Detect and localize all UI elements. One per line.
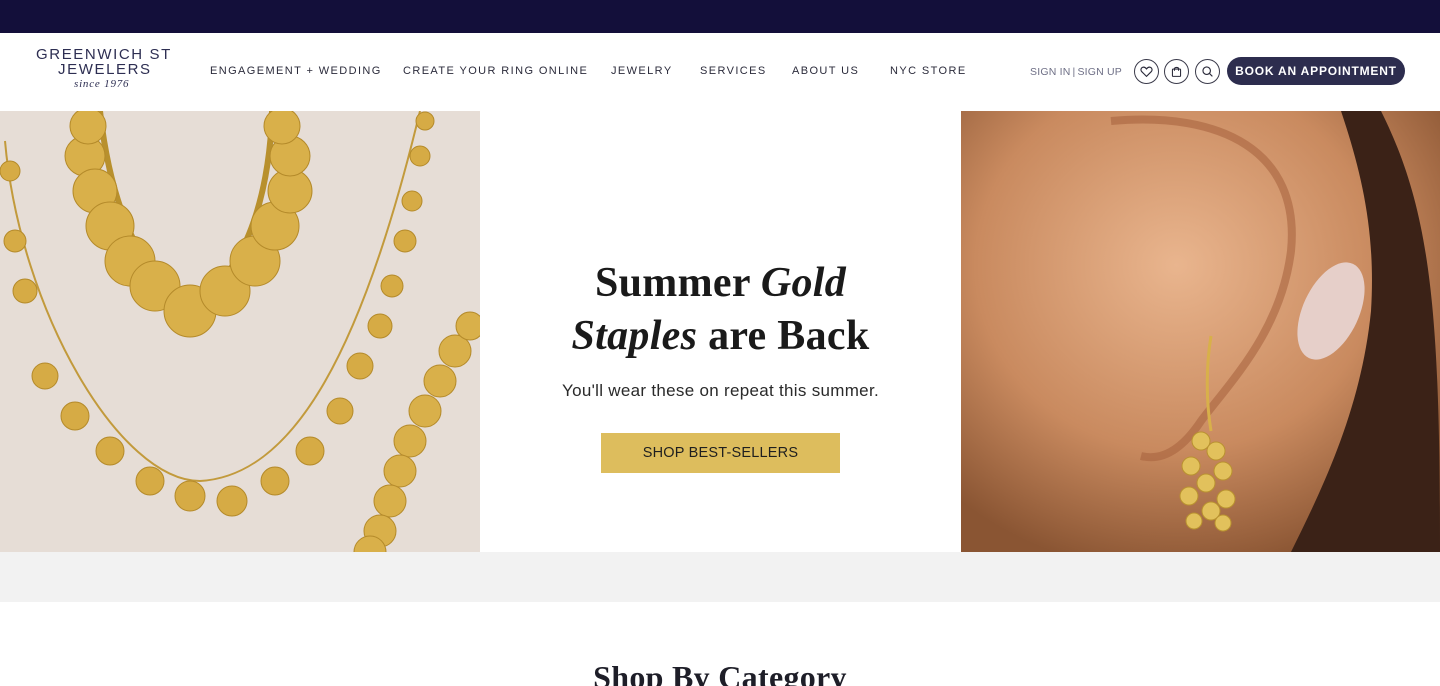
nav-nyc-store[interactable]: NYC STORE bbox=[890, 65, 967, 77]
auth-separator: | bbox=[1072, 66, 1076, 78]
hero-content: Summer Gold Staples are Back You'll wear… bbox=[480, 111, 961, 552]
section-divider-band bbox=[0, 552, 1440, 602]
shopping-bag-icon bbox=[1171, 66, 1182, 77]
earring-photo bbox=[961, 111, 1440, 552]
hero-headline: Summer Gold Staples are Back bbox=[480, 257, 961, 363]
nav-engagement-wedding[interactable]: ENGAGEMENT + WEDDING bbox=[210, 65, 382, 77]
top-announcement-bar bbox=[0, 0, 1440, 33]
shop-by-category-heading: Shop By Category bbox=[593, 659, 847, 686]
wishlist-button[interactable] bbox=[1134, 59, 1159, 84]
book-appointment-button[interactable]: BOOK AN APPOINTMENT bbox=[1227, 57, 1405, 85]
cart-button[interactable] bbox=[1164, 59, 1189, 84]
necklace-photo bbox=[0, 111, 480, 552]
account-links: SIGN IN | SIGN UP bbox=[1030, 66, 1122, 78]
search-button[interactable] bbox=[1195, 59, 1220, 84]
headline-word-staples: Staples bbox=[571, 313, 698, 359]
nav-services[interactable]: SERVICES bbox=[700, 65, 767, 77]
gold-necklaces-image bbox=[0, 111, 480, 552]
headline-word-summer: Summer bbox=[594, 260, 750, 306]
nav-create-your-ring[interactable]: CREATE YOUR RING ONLINE bbox=[403, 65, 588, 77]
brand-logo[interactable]: GREENWICH ST JEWELERS since 1976 bbox=[36, 47, 176, 95]
nav-about-us[interactable]: ABOUT US bbox=[792, 65, 859, 77]
sign-up-link[interactable]: SIGN UP bbox=[1077, 66, 1122, 78]
logo-since: since 1976 bbox=[74, 78, 130, 90]
sign-in-link[interactable]: SIGN IN bbox=[1030, 66, 1071, 78]
site-header: GREENWICH ST JEWELERS since 1976 ENGAGEM… bbox=[0, 33, 1440, 111]
nav-jewelry[interactable]: JEWELRY bbox=[611, 65, 673, 77]
shop-best-sellers-button[interactable]: SHOP BEST-SELLERS bbox=[601, 433, 840, 473]
hero-banner: Summer Gold Staples are Back You'll wear… bbox=[0, 111, 1440, 552]
headline-words-are-back: are Back bbox=[708, 313, 870, 359]
logo-line-2: JEWELERS bbox=[58, 61, 152, 78]
gold-earring-image bbox=[961, 111, 1440, 552]
hero-subheading: You'll wear these on repeat this summer. bbox=[561, 381, 879, 400]
headline-word-gold: Gold bbox=[760, 260, 847, 306]
heart-icon bbox=[1140, 66, 1153, 78]
search-icon bbox=[1202, 66, 1213, 77]
